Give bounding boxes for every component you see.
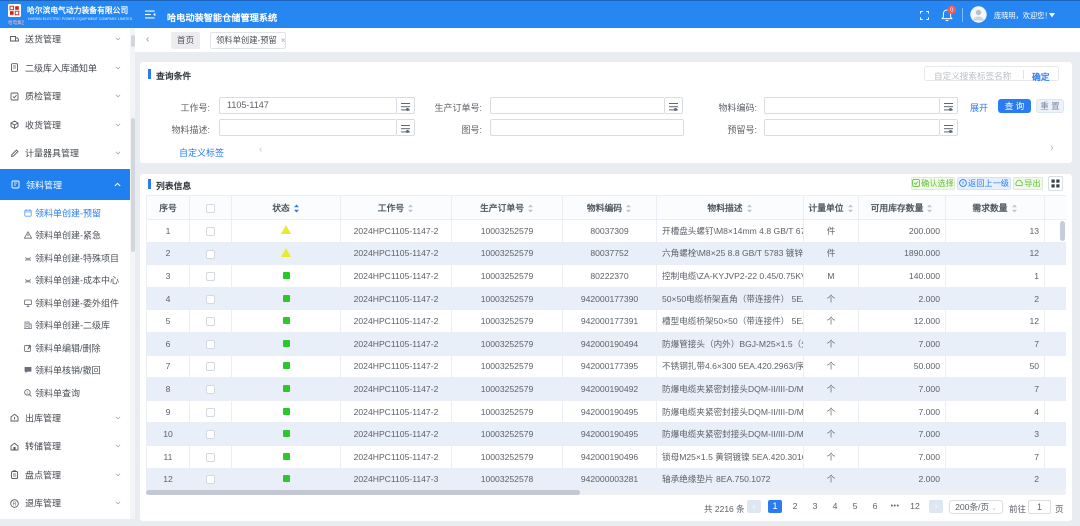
svg-text:哈电集团: 哈电集团 xyxy=(8,19,24,26)
svg-text:3: 3 xyxy=(26,390,28,394)
svg-text:0: 0 xyxy=(950,8,953,14)
svg-text:R: R xyxy=(13,501,17,507)
